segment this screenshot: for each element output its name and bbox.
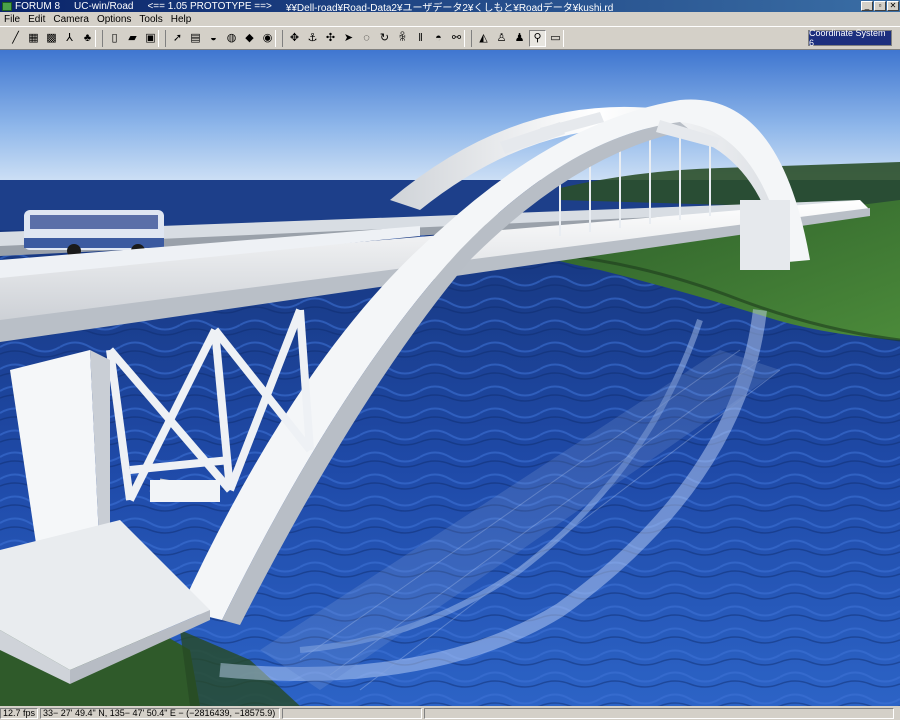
link-button[interactable]: ⚯ — [448, 30, 465, 47]
standing-person-icon: ♟ — [514, 31, 525, 44]
texture-button[interactable]: ◍ — [223, 30, 240, 47]
terrain-grid-icon: ▩ — [46, 31, 57, 44]
pause-button[interactable]: ‖ — [412, 30, 429, 47]
panel-icon: ▭ — [550, 31, 561, 44]
map-grid-icon: ▦ — [28, 31, 39, 44]
coordinate-system-button[interactable]: Coordinate System 6 — [808, 28, 892, 48]
panel-button[interactable]: ▭ — [547, 30, 564, 47]
road-button[interactable]: ╱ — [7, 30, 24, 47]
save-icon: ▣ — [145, 31, 156, 44]
pointer-icon: ➚ — [172, 31, 183, 44]
menu-camera[interactable]: Camera — [49, 14, 93, 25]
status-cell-4 — [424, 707, 894, 719]
refresh-icon: ↻ — [379, 31, 390, 44]
car-icon: ◉ — [262, 31, 273, 44]
walker-icon: ♙ — [496, 31, 507, 44]
position-readout: 33− 27' 49.4" N, 135− 47' 50.4" E − (−28… — [40, 707, 280, 719]
figure-button[interactable]: ⅄ — [61, 30, 78, 47]
status-cell-3 — [282, 707, 422, 719]
title-app: FORUM 8 — [15, 0, 60, 12]
toolbar-group-1: ╱ ▦ ▩ ⅄ ♣ — [4, 30, 96, 47]
road-view-icon: ◭ — [479, 31, 488, 44]
title-version: <== 1.05 PROTOTYPE ==> — [147, 0, 272, 12]
move-icon: ✣ — [325, 31, 336, 44]
walker-button[interactable]: ♙ — [493, 30, 510, 47]
pause-icon: ‖ — [418, 31, 423, 44]
window-controls: _ ▫ ✕ — [861, 1, 899, 11]
car-button[interactable]: ◉ — [259, 30, 276, 47]
move-button[interactable]: ✣ — [322, 30, 339, 47]
fog-icon: ◌ — [363, 31, 370, 44]
road-view-button[interactable]: ◭ — [475, 30, 492, 47]
toolbar-group-4: ✥ ⚓ ✣ ➤ ◌ ↻ ꆜ ‖ ◓ ⚯ — [282, 29, 465, 47]
drive-icon: ➤ — [343, 31, 354, 44]
toolbar-group-3: ➚ ▤ ◒ ◍ ◆ ◉ — [165, 29, 276, 47]
restore-button[interactable]: ▫ — [874, 1, 886, 11]
app-icon[interactable] — [2, 1, 12, 11]
drive-button[interactable]: ➤ — [340, 30, 357, 47]
menu-help[interactable]: Help — [167, 14, 196, 25]
save-button[interactable]: ▣ — [142, 30, 159, 47]
open-folder-button[interactable]: ▰ — [124, 30, 141, 47]
bridge-scene — [0, 50, 900, 706]
standing-person-button[interactable]: ♟ — [511, 30, 528, 47]
title-product: UC-win/Road — [74, 0, 134, 12]
model-button[interactable]: ◒ — [205, 30, 222, 47]
fog-button[interactable]: ◌ — [358, 30, 375, 47]
status-bar: 12.7 fps 33− 27' 49.4" N, 135− 47' 50.4"… — [0, 706, 900, 720]
close-button[interactable]: ✕ — [887, 1, 899, 11]
terrain-grid-button[interactable]: ▩ — [43, 30, 60, 47]
rotate-button[interactable]: ✥ — [286, 30, 303, 47]
refresh-button[interactable]: ↻ — [376, 30, 393, 47]
figure-icon: ⅄ — [66, 31, 73, 44]
menu-bar: File Edit Camera Options Tools Help — [0, 12, 900, 26]
menu-file[interactable]: File — [0, 14, 24, 25]
vehicle-icon: ◓ — [435, 31, 442, 44]
rotate-icon: ✥ — [289, 31, 300, 44]
menu-options[interactable]: Options — [93, 14, 135, 25]
tree-button[interactable]: ♣ — [79, 30, 96, 47]
new-file-icon: ▯ — [111, 31, 118, 44]
person-button[interactable]: ꆜ — [394, 30, 411, 47]
map-grid-button[interactable]: ▦ — [25, 30, 42, 47]
texture-icon: ◍ — [226, 31, 237, 44]
toolbar: ╱ ▦ ▩ ⅄ ♣ ▯ ▰ ▣ ➚ ▤ ◒ ◍ ◆ ◉ ✥ ⚓ ✣ ➤ ◌ ↻ ꆜ ‖ ◓ ⚯ ◭ ♙ ♟ ⚲ ▭ Coordinate … — [0, 26, 900, 50]
pointer-button[interactable]: ➚ — [169, 30, 186, 47]
scenery-icon: ▤ — [190, 31, 201, 44]
model-icon: ◒ — [210, 31, 217, 44]
landscape-button[interactable]: ◆ — [241, 30, 258, 47]
anchor-button[interactable]: ⚓ — [304, 30, 321, 47]
anchor-icon: ⚓ — [307, 31, 318, 44]
scenery-button[interactable]: ▤ — [187, 30, 204, 47]
open-folder-icon: ▰ — [128, 31, 137, 44]
vehicle-button[interactable]: ◓ — [430, 30, 447, 47]
toolbar-group-2: ▯ ▰ ▣ — [102, 29, 159, 47]
fps-readout: 12.7 fps — [0, 707, 38, 719]
toolbar-group-5: ◭ ♙ ♟ ⚲ ▭ — [471, 29, 564, 47]
3d-viewport[interactable] — [0, 50, 900, 706]
tree-icon: ♣ — [83, 31, 92, 44]
new-file-button[interactable]: ▯ — [106, 30, 123, 47]
menu-tools[interactable]: Tools — [135, 14, 166, 25]
minimize-button[interactable]: _ — [861, 1, 873, 11]
road-icon: ╱ — [12, 31, 19, 44]
walking-person-icon: ⚲ — [533, 31, 542, 44]
menu-edit[interactable]: Edit — [24, 14, 49, 25]
walking-person-button[interactable]: ⚲ — [529, 29, 546, 47]
person-icon: ꆜ — [398, 31, 407, 44]
landscape-icon: ◆ — [245, 31, 254, 44]
link-icon: ⚯ — [451, 31, 462, 44]
title-bar: FORUM 8 UC-win/Road <== 1.05 PROTOTYPE =… — [0, 0, 900, 14]
